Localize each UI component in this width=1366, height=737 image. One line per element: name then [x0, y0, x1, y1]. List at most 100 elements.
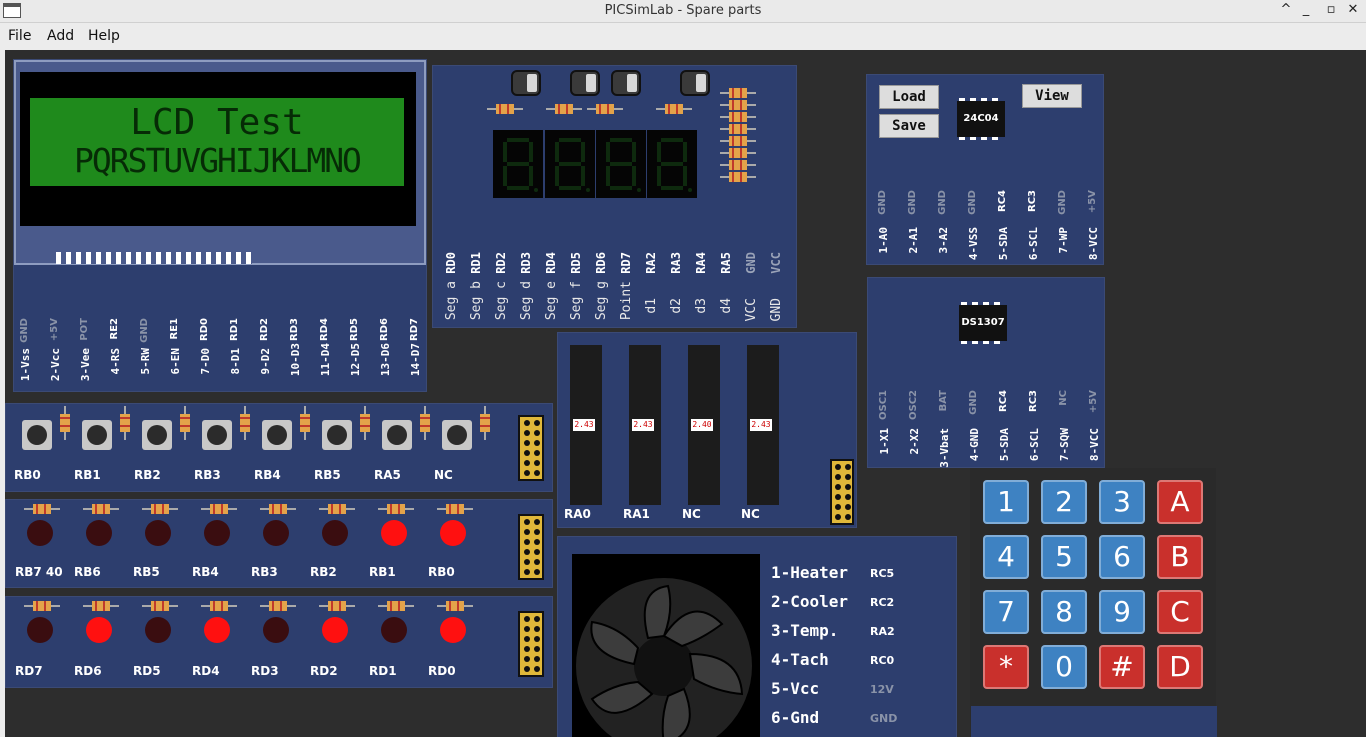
pin-signal-label: RD4: [544, 252, 558, 274]
pin-signal-label: +5V: [49, 318, 60, 342]
pin-name-label: Seg e: [544, 281, 559, 321]
pin-header-icon: [518, 514, 544, 580]
keypad-key[interactable]: 0: [1041, 645, 1087, 689]
menu-add[interactable]: Add: [47, 28, 74, 44]
keypad-connector-strip: [971, 706, 1217, 737]
eeprom-board[interactable]: Load Save View 24C04 GND 1-A0 GND 2-A1 GND 3-…: [866, 74, 1104, 265]
lcd-board[interactable]: LCD Test PQRSTUVGHIJKLMNO GND 1-Vss +5V 2-V…: [13, 59, 427, 392]
keypad-key[interactable]: 3: [1099, 480, 1145, 524]
fan-pin-name: 2-Cooler: [771, 592, 849, 611]
potentiometer-slider[interactable]: 2.43: [629, 345, 661, 505]
push-button[interactable]: [442, 420, 472, 450]
rtc-board[interactable]: DS1307 OSC1 1-X1 OSC2 2-X2 BAT 3-Vbat GND 4-GND…: [867, 277, 1105, 468]
push-buttons-board[interactable]: RB0 RB1 RB2 RB3 RB4 RB5 RA5 NC: [5, 403, 553, 492]
push-button[interactable]: [22, 420, 52, 450]
led-label: RD6: [74, 664, 102, 678]
led: [204, 520, 230, 546]
eeprom-chip: 24C04: [957, 98, 1005, 140]
maximize-button[interactable]: ▫: [1323, 2, 1339, 17]
potentiometer-slider[interactable]: 2.43: [570, 345, 602, 505]
keypad-key[interactable]: 8: [1041, 590, 1087, 634]
pin-name-label: VCC: [744, 298, 759, 322]
keypad-key[interactable]: D: [1157, 645, 1203, 689]
keypad-key[interactable]: A: [1157, 480, 1203, 524]
resistor-icon: [300, 406, 310, 440]
leds-board-1[interactable]: RB7 40 RB6 RB5 RB4 RB3 RB2 RB1 RB0: [5, 499, 553, 588]
save-button[interactable]: Save: [879, 114, 939, 138]
potentiometers-board[interactable]: 2.43 RA0 2.43 RA1 2.40 NC 2.43 NC: [557, 332, 857, 528]
keypad-key[interactable]: *: [983, 645, 1029, 689]
keypad-key[interactable]: B: [1157, 535, 1203, 579]
led: [204, 617, 230, 643]
keypad-key[interactable]: 5: [1041, 535, 1087, 579]
pin-signal-label: RD5: [349, 318, 360, 341]
keypad-key[interactable]: 2: [1041, 480, 1087, 524]
push-button[interactable]: [142, 420, 172, 450]
resistor-icon: [587, 104, 623, 114]
resistor-icon: [142, 504, 178, 514]
seven-segment-board[interactable]: RD0 Seg a RD1 Seg b RD2 Seg c RD3 Seg d RD4 Seg e…: [432, 65, 797, 328]
keypad-key[interactable]: 6: [1099, 535, 1145, 579]
fan-pin-signal: RA2: [870, 625, 895, 638]
resistor-icon: [142, 601, 178, 611]
pin-signal-label: RE2: [109, 318, 120, 340]
pin-name-label: 7-D0: [199, 348, 212, 375]
minimize-button[interactable]: ^: [1278, 2, 1294, 17]
keypad-key[interactable]: 7: [983, 590, 1029, 634]
leds-board-2[interactable]: RD7 RD6 RD5 RD4 RD3 RD2 RD1 RD0: [5, 596, 553, 688]
push-button[interactable]: [322, 420, 352, 450]
pin-name-label: 13-D6: [379, 343, 392, 377]
menu-file[interactable]: File: [8, 28, 31, 44]
pin-signal-label: GND: [968, 390, 979, 415]
fan-board[interactable]: 1-Heater RC5 2-Cooler RC2 3-Temp. RA2 4-Tach RC…: [557, 536, 957, 737]
potentiometer-slider[interactable]: 2.40: [688, 345, 720, 505]
view-button[interactable]: View: [1022, 84, 1082, 108]
keypad-board[interactable]: 1 2 3 A 4 5 6 B 7 8 9 C * 0 # D: [970, 468, 1217, 737]
pin-name-label: 7-SQW: [1058, 428, 1071, 462]
resistor-icon: [720, 172, 756, 182]
button-label: RB3: [194, 468, 221, 482]
pin-signal-label: RD4: [319, 318, 330, 341]
keypad-key[interactable]: 1: [983, 480, 1029, 524]
push-button[interactable]: [82, 420, 112, 450]
resistor-icon: [120, 406, 130, 440]
load-button[interactable]: Load: [879, 85, 939, 109]
led: [27, 617, 53, 643]
pin-name-label: 8-VCC: [1087, 227, 1100, 261]
fan-pin-name: 5-Vcc: [771, 679, 820, 698]
pin-name-label: 5-RW: [139, 348, 152, 375]
keypad-key[interactable]: 4: [983, 535, 1029, 579]
pin-name-label: d2: [669, 298, 684, 314]
close-button[interactable]: ✕: [1345, 2, 1361, 17]
pin-signal-label: RA2: [644, 252, 658, 274]
pot-value: 2.40: [691, 419, 713, 431]
pin-name-label: 3-A2: [937, 227, 950, 254]
pin-name-label: 6-SCL: [1028, 428, 1041, 462]
pin-signal-label: RD2: [259, 318, 270, 341]
push-button[interactable]: [262, 420, 292, 450]
led-label: RD7: [15, 664, 43, 678]
shade-button[interactable]: _: [1298, 2, 1314, 17]
menu-help[interactable]: Help: [88, 28, 120, 44]
led: [145, 617, 171, 643]
push-button[interactable]: [382, 420, 412, 450]
pin-name-label: Seg f: [569, 281, 584, 321]
keypad-key[interactable]: #: [1099, 645, 1145, 689]
resistor-icon: [201, 504, 237, 514]
pin-name-label: 6-SCL: [1027, 227, 1040, 261]
pot-label: RA1: [623, 507, 650, 521]
resistor-icon: [83, 601, 119, 611]
push-button[interactable]: [202, 420, 232, 450]
workspace-canvas[interactable]: LCD Test PQRSTUVGHIJKLMNO GND 1-Vss +5V 2-V…: [5, 50, 1366, 737]
resistor-icon: [24, 601, 60, 611]
keypad-key[interactable]: 9: [1099, 590, 1145, 634]
led: [322, 617, 348, 643]
pin-signal-label: RC4: [998, 390, 1009, 412]
pin-name-label: d4: [719, 298, 734, 314]
lcd-module: LCD Test PQRSTUVGHIJKLMNO: [14, 60, 426, 265]
resistor-icon: [319, 504, 355, 514]
resistor-icon: [201, 601, 237, 611]
keypad-key[interactable]: C: [1157, 590, 1203, 634]
led: [440, 617, 466, 643]
potentiometer-slider[interactable]: 2.43: [747, 345, 779, 505]
